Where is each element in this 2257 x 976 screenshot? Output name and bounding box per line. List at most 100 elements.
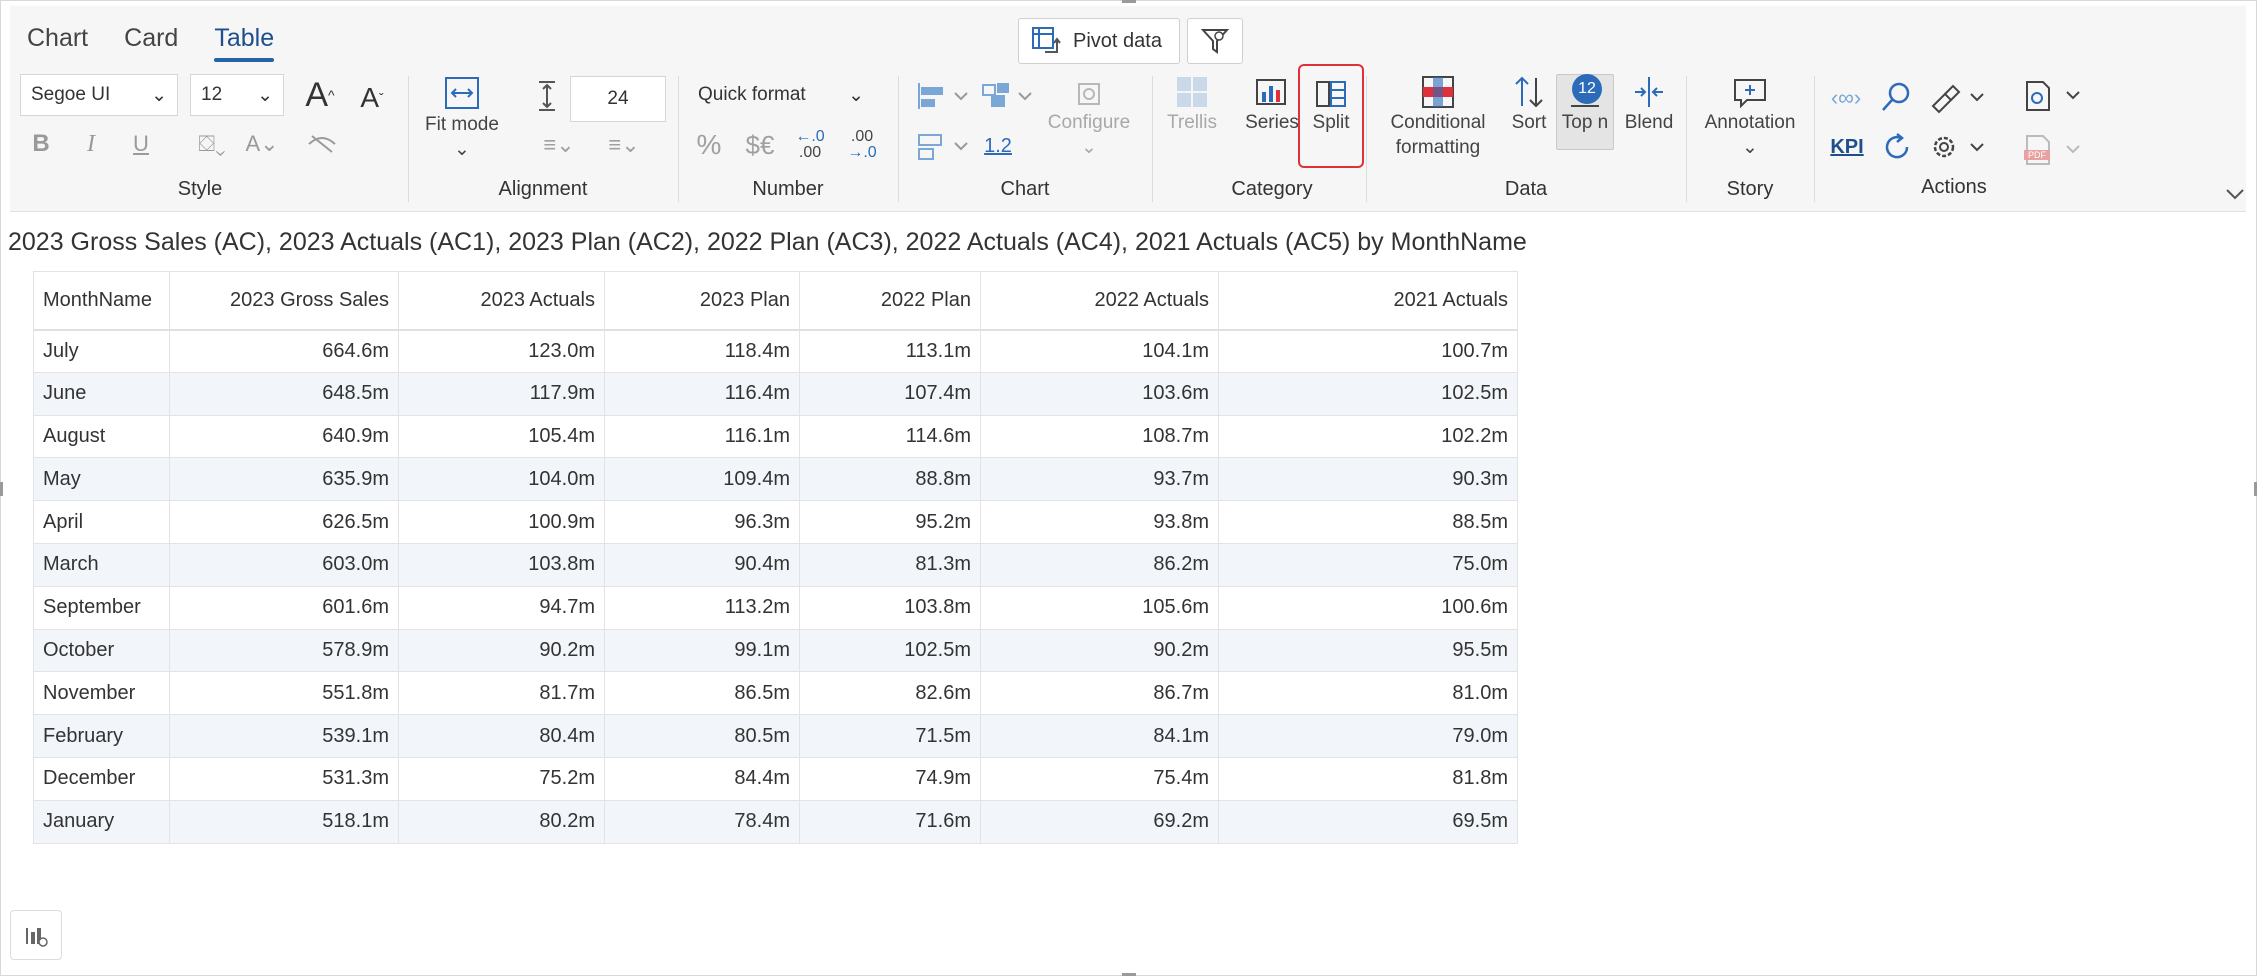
- decimal-value-button[interactable]: 1.2: [980, 128, 1016, 164]
- grow-font-icon[interactable]: A ^: [300, 74, 340, 116]
- table-row[interactable]: November 551.8m 81.7m 86.5m 82.6m 86.7m 81.0m: [33, 671, 1518, 716]
- value-cell: 102.5m: [799, 628, 981, 673]
- font-family-value: Segoe UI: [31, 84, 111, 105]
- percent-format-button[interactable]: %: [692, 128, 726, 162]
- conditional-formatting-button[interactable]: Conditional formatting: [1374, 74, 1502, 160]
- resize-handle-left[interactable]: [0, 482, 3, 496]
- table-row[interactable]: March 603.0m 103.8m 90.4m 81.3m 86.2m 75.0m: [33, 542, 1518, 587]
- refresh-icon[interactable]: [1878, 128, 1916, 166]
- configure-icon: [1078, 83, 1100, 105]
- table-row[interactable]: May 635.9m 104.0m 109.4m 88.8m 93.7m 90.3m: [33, 457, 1518, 502]
- link-icon[interactable]: ‹∞›: [1826, 80, 1866, 116]
- pivot-data-button[interactable]: Pivot data: [1018, 18, 1180, 64]
- column-header[interactable]: 2023 Gross Sales: [169, 271, 399, 331]
- table-row[interactable]: September 601.6m 94.7m 113.2m 103.8m 105.6m 10…: [33, 585, 1518, 630]
- group-label-category: Category: [1231, 178, 1313, 200]
- table-row[interactable]: October 578.9m 90.2m 99.1m 102.5m 90.2m 95.5m: [33, 628, 1518, 673]
- value-cell: 84.1m: [980, 714, 1219, 758]
- underline-button[interactable]: U: [128, 128, 154, 160]
- month-cell: April: [33, 500, 170, 544]
- font-size-select[interactable]: 12 ⌄: [190, 74, 284, 116]
- value-cell: 105.4m: [398, 414, 605, 459]
- column-header[interactable]: 2022 Actuals: [980, 271, 1219, 331]
- table-row[interactable]: July 664.6m 123.0m 118.4m 113.1m 104.1m 100.7m: [33, 329, 1518, 373]
- value-cell: 551.8m: [169, 671, 399, 716]
- group-label-story: Story: [1726, 178, 1774, 200]
- annotation-button[interactable]: Annotation ⌄: [1696, 74, 1804, 160]
- currency-format-button[interactable]: $€: [740, 128, 780, 162]
- value-cell: 104.1m: [980, 329, 1219, 373]
- group-label-data: Data: [1504, 178, 1548, 200]
- resize-handle-top[interactable]: [1122, 0, 1136, 3]
- value-cell: 80.5m: [604, 714, 800, 758]
- table-row[interactable]: August 640.9m 105.4m 116.1m 114.6m 108.7m 102.…: [33, 414, 1518, 459]
- configure-button: Configure ⌄: [1044, 74, 1134, 160]
- value-cell: 93.7m: [980, 457, 1219, 502]
- row-height-value: 24: [607, 88, 629, 109]
- value-cell: 116.4m: [604, 371, 800, 416]
- value-cell: 103.6m: [980, 371, 1219, 416]
- month-cell: February: [33, 714, 170, 758]
- value-cell: 104.0m: [398, 457, 605, 502]
- pivot-data-label: Pivot data: [1073, 29, 1162, 52]
- column-header[interactable]: MonthName: [33, 271, 170, 331]
- split-icon: [1316, 81, 1346, 107]
- shrink-font-icon[interactable]: Aˇ: [352, 78, 392, 118]
- kpi-button[interactable]: KPI: [1826, 130, 1868, 164]
- collapse-ribbon-icon[interactable]: [2224, 186, 2246, 205]
- filter-settings-button[interactable]: [1187, 18, 1243, 64]
- table-row[interactable]: January 518.1m 80.2m 78.4m 71.6m 69.2m 69.5m: [33, 799, 1518, 844]
- row-height-input[interactable]: 24: [570, 76, 666, 122]
- value-cell: 113.2m: [604, 585, 800, 630]
- column-header[interactable]: 2022 Plan: [799, 271, 981, 331]
- fill-color-icon[interactable]: ⛋⌄: [190, 128, 234, 160]
- font-family-select[interactable]: Segoe UI ⌄: [20, 74, 178, 116]
- table-row[interactable]: December 531.3m 75.2m 84.4m 74.9m 75.4m 81.8m: [33, 756, 1518, 801]
- tab-card[interactable]: Card: [124, 24, 178, 53]
- bar-layout-icon[interactable]: [914, 78, 976, 114]
- fit-mode-label: Fit mode: [425, 114, 499, 135]
- configure-label: Configure: [1047, 112, 1131, 133]
- column-header[interactable]: 2021 Actuals: [1218, 271, 1518, 331]
- tab-table[interactable]: Table: [214, 24, 274, 62]
- sort-label: Sort: [1511, 112, 1547, 133]
- search-icon[interactable]: [1876, 78, 1916, 116]
- table-row[interactable]: April 626.5m 100.9m 96.3m 95.2m 93.8m 88.5m: [33, 500, 1518, 544]
- chart-settings-button[interactable]: [10, 910, 62, 960]
- align-left-icon[interactable]: ≡⌄: [528, 130, 590, 160]
- hide-icon[interactable]: [304, 128, 340, 160]
- align-center-icon[interactable]: ≡⌄: [592, 130, 656, 160]
- series-button[interactable]: Series: [1240, 74, 1304, 135]
- table-row[interactable]: June 648.5m 117.9m 116.4m 107.4m 103.6m 102.5m: [33, 371, 1518, 416]
- value-cell: 640.9m: [169, 414, 399, 459]
- column-header[interactable]: 2023 Actuals: [398, 271, 605, 331]
- value-cell: 69.5m: [1218, 799, 1518, 844]
- font-color-icon[interactable]: A⌄: [240, 128, 284, 160]
- month-cell: January: [33, 799, 170, 844]
- value-cell: 82.6m: [799, 671, 981, 716]
- pdf-label: PDF: [2028, 150, 2046, 160]
- column-header[interactable]: 2023 Plan: [604, 271, 800, 331]
- export-settings-icon[interactable]: [2020, 76, 2086, 116]
- table-header-row: MonthName 2023 Gross Sales 2023 Actuals …: [33, 271, 1518, 331]
- trellis-icon: [1177, 77, 1207, 107]
- decrease-decimal-button[interactable]: ←.0.00: [790, 126, 830, 164]
- italic-button[interactable]: I: [78, 128, 104, 160]
- settings-gear-icon[interactable]: [1926, 128, 1990, 166]
- annotation-icon: [1734, 79, 1766, 109]
- increase-decimal-button[interactable]: .00 →.0: [842, 126, 882, 164]
- fit-mode-button[interactable]: Fit mode ⌄: [420, 74, 504, 162]
- sort-button[interactable]: Sort: [1508, 74, 1550, 135]
- split-button[interactable]: Split: [1300, 74, 1362, 135]
- chart-orientation-icon[interactable]: [914, 128, 976, 164]
- top-n-label: Top n: [1561, 112, 1609, 133]
- table-row[interactable]: February 539.1m 80.4m 80.5m 71.5m 84.1m 79.0m: [33, 714, 1518, 758]
- value-cell: 75.2m: [398, 756, 605, 801]
- blend-button[interactable]: Blend: [1620, 74, 1678, 135]
- format-painter-icon[interactable]: [1926, 78, 1990, 116]
- quick-format-select[interactable]: Quick format ⌄: [688, 74, 874, 116]
- bold-button[interactable]: B: [28, 128, 54, 160]
- blend-label: Blend: [1624, 112, 1674, 133]
- stack-layout-icon[interactable]: [978, 78, 1040, 114]
- tab-chart[interactable]: Chart: [27, 24, 88, 53]
